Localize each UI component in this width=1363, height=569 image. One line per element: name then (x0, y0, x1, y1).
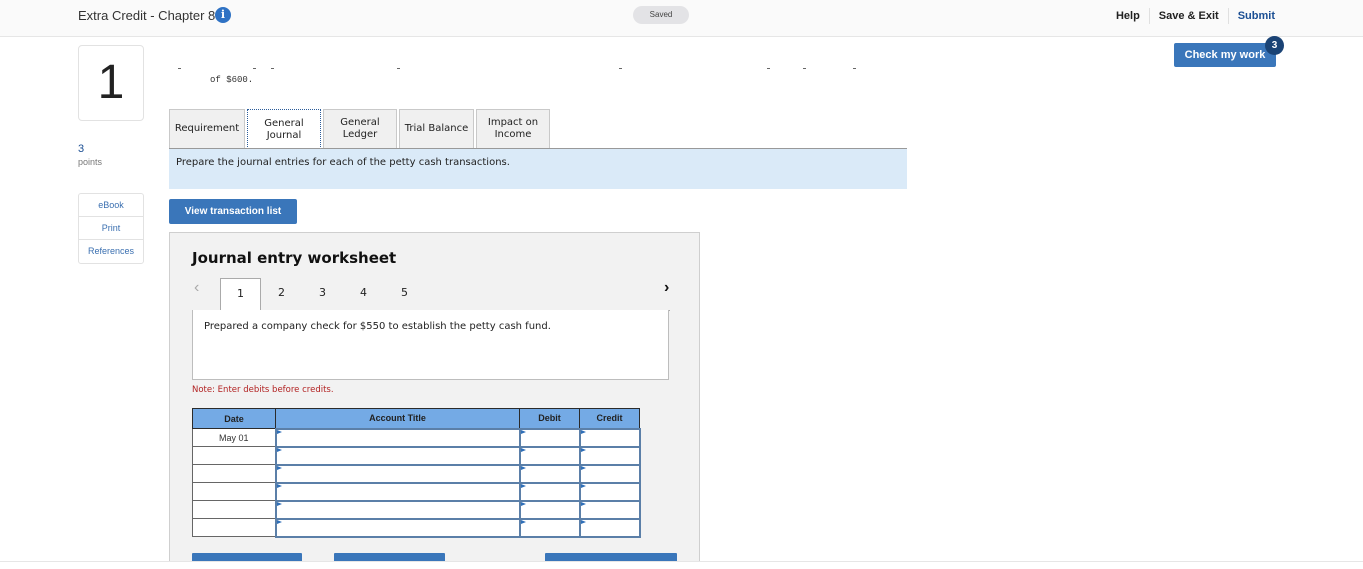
debit-input[interactable] (518, 481, 581, 502)
date-cell (192, 482, 276, 501)
credit-input[interactable] (578, 427, 641, 448)
assignment-title: Extra Credit - Chapter 8 (78, 8, 216, 23)
date-cell (192, 518, 276, 537)
credit-input[interactable] (578, 499, 641, 520)
account-title-header: Account Title (275, 408, 520, 429)
account-title-input[interactable] (274, 517, 521, 538)
table-row (192, 463, 641, 484)
chevron-right-icon[interactable]: › (664, 279, 669, 297)
points-label: points (78, 157, 103, 167)
debit-credit-note: Note: Enter debits before credits. (192, 385, 334, 395)
credit-header: Credit (579, 408, 640, 429)
check-attempts-badge: 3 (1265, 36, 1284, 55)
credit-input[interactable] (578, 481, 641, 502)
date-cell: May 01 (192, 428, 276, 447)
debit-input[interactable] (518, 445, 581, 466)
tab-requirement[interactable]: Requirement (169, 109, 245, 148)
credit-input[interactable] (578, 445, 641, 466)
tab-label: General Ledger (340, 117, 380, 140)
question-text: of $600. (210, 75, 254, 85)
credit-input[interactable] (578, 517, 641, 538)
table-row (192, 481, 641, 502)
points-value: 3 (78, 143, 85, 155)
resource-links: eBook Print References (78, 193, 144, 264)
account-title-input[interactable] (274, 445, 521, 466)
instruction-banner: Prepare the journal entries for each of … (169, 148, 907, 189)
entry-tab-4[interactable]: 4 (343, 278, 384, 311)
table-row: May 01 (192, 427, 641, 448)
references-link[interactable]: References (79, 240, 143, 263)
info-icon[interactable]: i (215, 7, 231, 23)
tab-general-journal[interactable]: General Journal (247, 109, 321, 149)
debit-header: Debit (519, 408, 580, 429)
tab-general-ledger[interactable]: General Ledger (323, 109, 397, 148)
entry-tab-2[interactable]: 2 (261, 278, 302, 311)
account-title-input[interactable] (274, 463, 521, 484)
date-header: Date (192, 408, 276, 429)
date-cell (192, 446, 276, 465)
debit-input[interactable] (518, 427, 581, 448)
date-cell (192, 464, 276, 483)
date-cell (192, 500, 276, 519)
entry-tabs: 1 2 3 4 5 (192, 278, 670, 312)
check-my-work-button[interactable]: Check my work (1174, 43, 1276, 67)
entry-tab-5[interactable]: 5 (384, 278, 425, 311)
save-exit-link[interactable]: Save & Exit (1150, 10, 1228, 22)
table-row (192, 499, 641, 520)
view-transaction-list-button[interactable]: View transaction list (169, 199, 297, 224)
table-row (192, 445, 641, 466)
top-bar: Extra Credit - Chapter 8 i Saved Help Sa… (0, 0, 1363, 37)
tab-label: General Journal (264, 117, 304, 141)
save-status-badge: Saved (633, 6, 689, 24)
transaction-description: Prepared a company check for $550 to est… (192, 310, 669, 380)
debit-input[interactable] (518, 517, 581, 538)
table-header-row: Date Account Title Debit Credit (192, 408, 640, 429)
account-title-input[interactable] (274, 481, 521, 502)
tab-impact-on-income[interactable]: Impact on Income (476, 109, 550, 148)
journal-table: Date Account Title Debit Credit May 01 (192, 408, 641, 538)
question-number: 1 (78, 45, 144, 121)
print-link[interactable]: Print (79, 217, 143, 240)
help-link[interactable]: Help (1107, 10, 1149, 22)
entry-tab-1[interactable]: 1 (220, 278, 261, 312)
ebook-link[interactable]: eBook (79, 194, 143, 217)
debit-input[interactable] (518, 499, 581, 520)
submit-link[interactable]: Submit (1229, 10, 1275, 22)
top-links: Help Save & Exit Submit (1107, 8, 1275, 24)
entry-tab-3[interactable]: 3 (302, 278, 343, 311)
journal-entry-worksheet: Journal entry worksheet 1 2 3 4 5 ‹ › Pr… (169, 232, 700, 569)
page-bottom-edge (0, 561, 1363, 569)
account-title-input[interactable] (274, 499, 521, 520)
chevron-left-icon[interactable]: ‹ (194, 279, 199, 297)
requirement-tabs: Requirement General Journal General Ledg… (169, 109, 552, 149)
account-title-input[interactable] (274, 427, 521, 448)
table-row (192, 517, 641, 538)
question-text-cut-off (175, 68, 875, 72)
worksheet-title: Journal entry worksheet (192, 249, 397, 267)
tab-trial-balance[interactable]: Trial Balance (399, 109, 474, 148)
credit-input[interactable] (578, 463, 641, 484)
tab-label: Impact on Income (487, 117, 539, 140)
debit-input[interactable] (518, 463, 581, 484)
